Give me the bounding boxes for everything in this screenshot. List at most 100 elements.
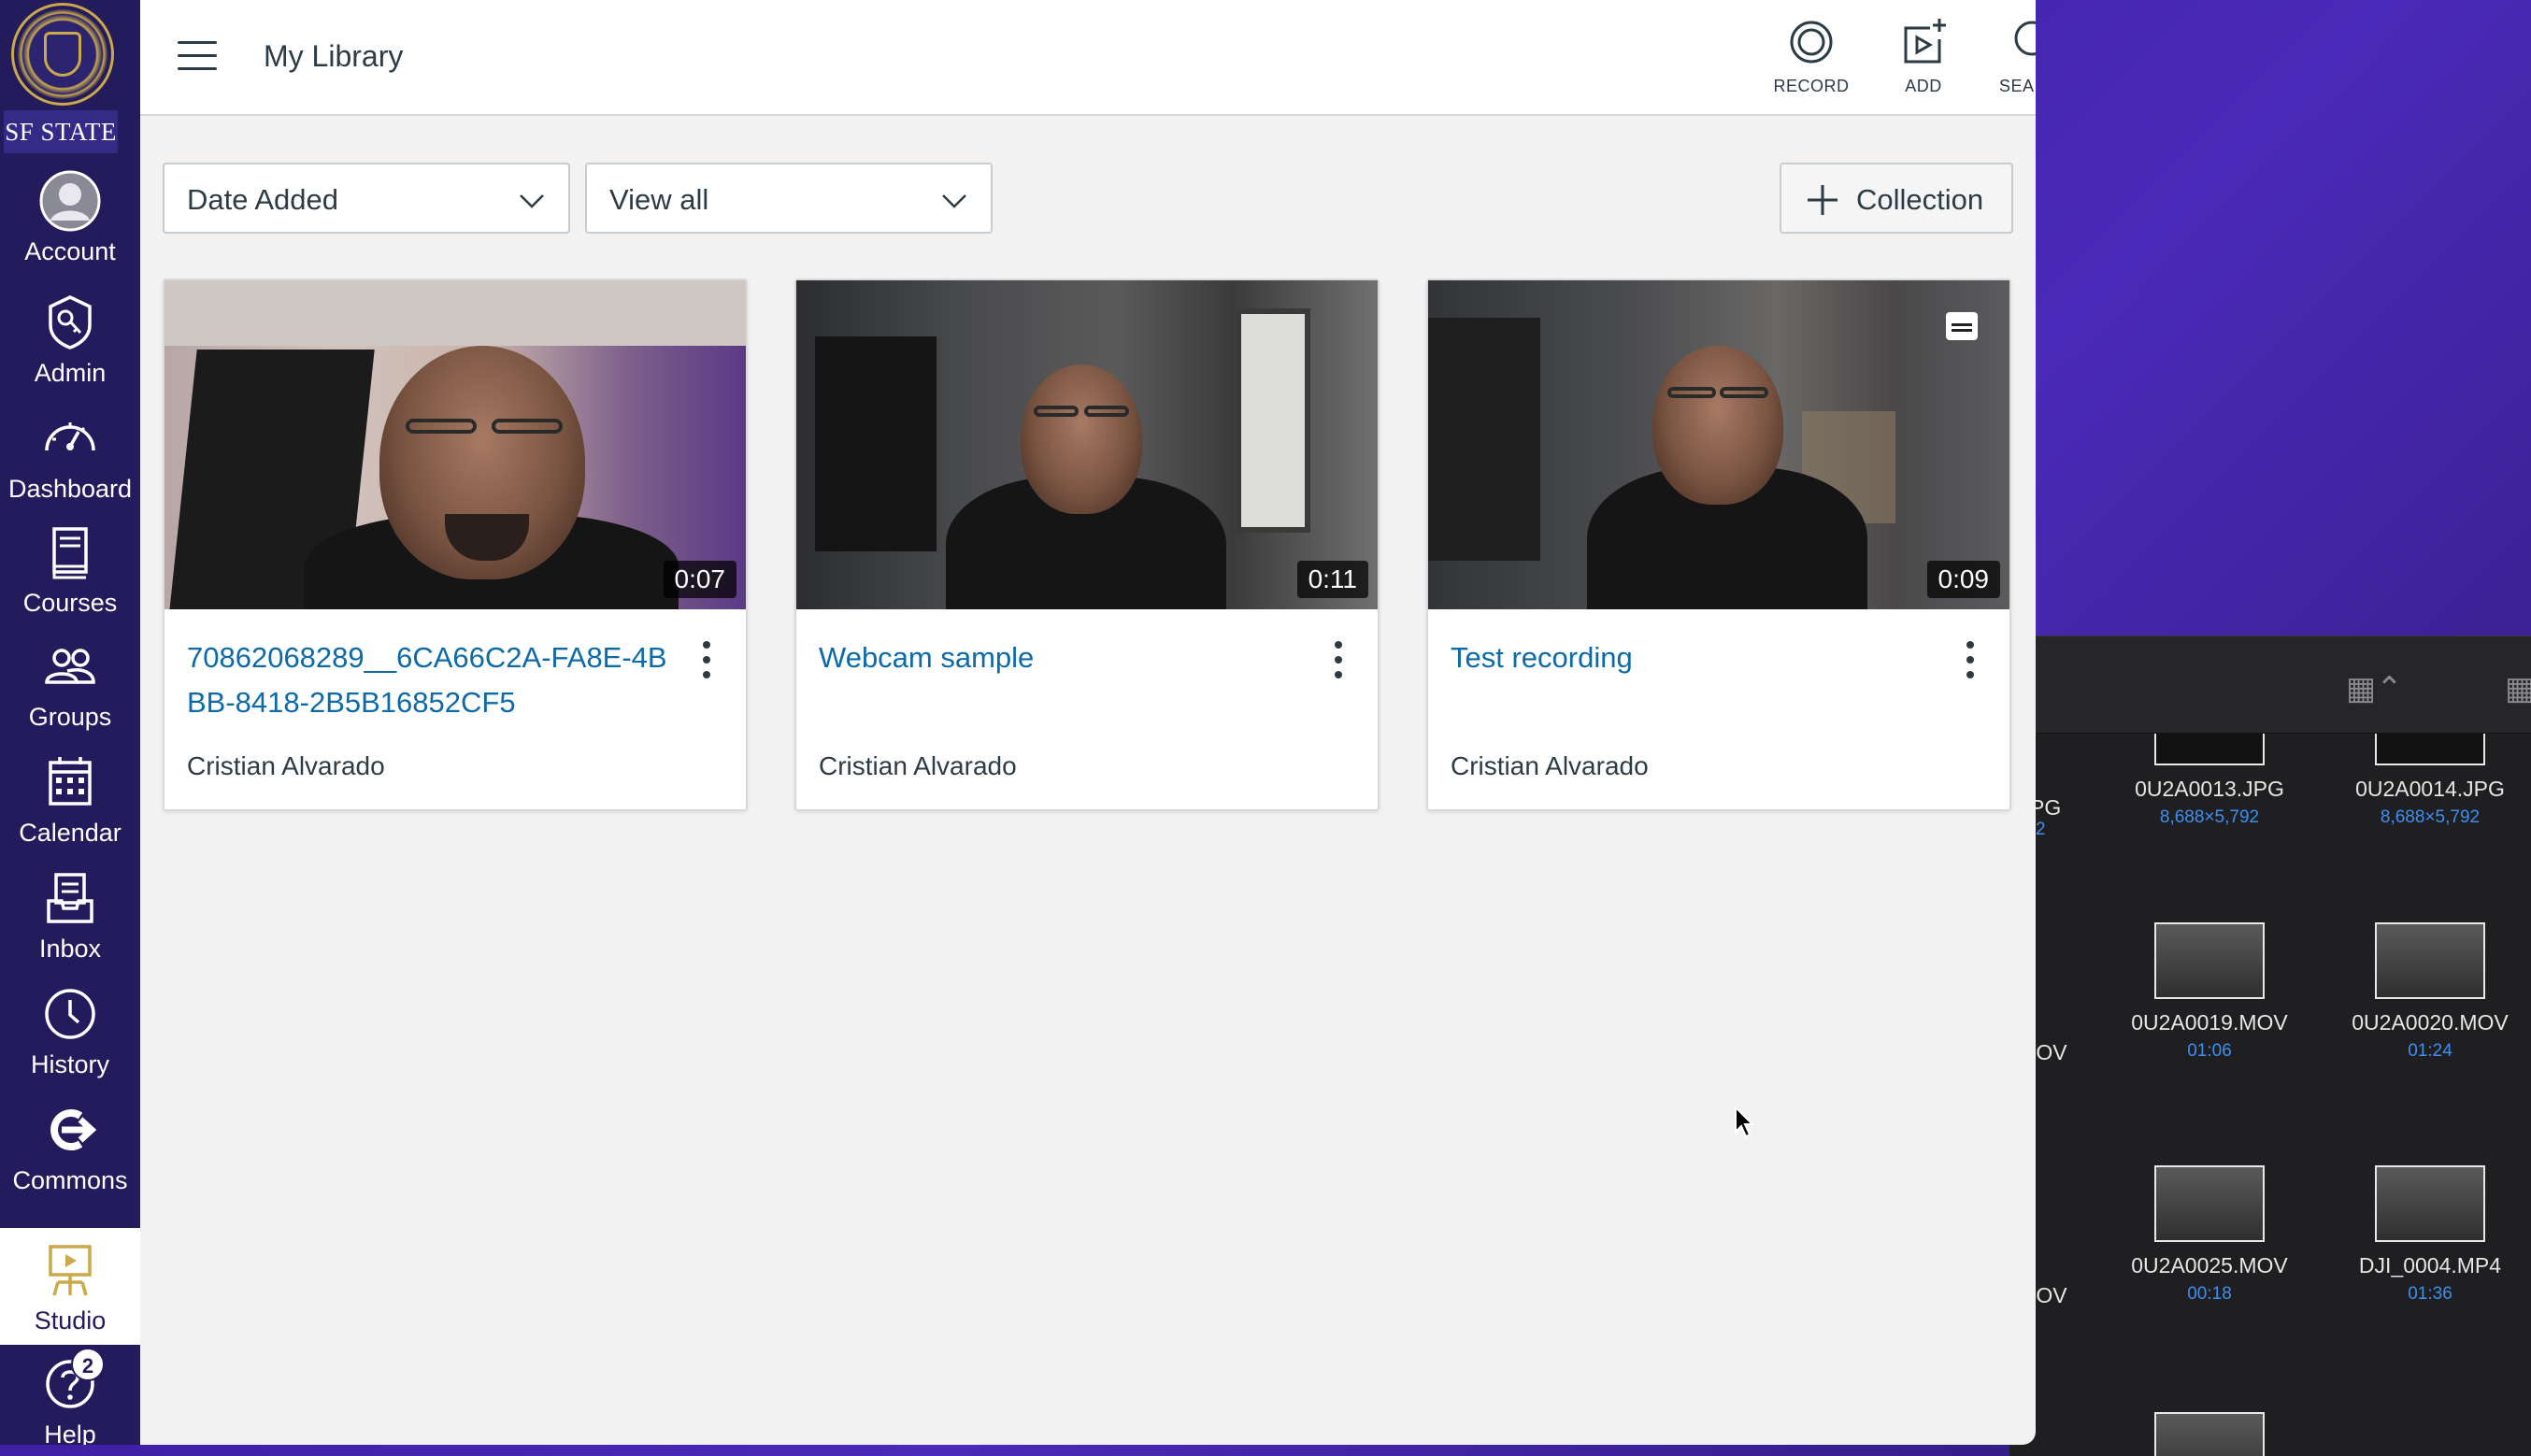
- page-title: My Library: [264, 39, 404, 73]
- nav-item-admin[interactable]: Admin: [0, 280, 140, 397]
- book-icon: [52, 527, 88, 579]
- finder-toolbar: ▦⌃ ▦: [2009, 636, 2531, 734]
- video-thumbnail[interactable]: 0:07: [164, 280, 746, 609]
- more-options-icon[interactable]: [1333, 641, 1344, 680]
- duration-badge: 0:07: [663, 561, 736, 598]
- search-icon: [2014, 21, 2036, 56]
- studio-easel-icon: [49, 1245, 92, 1296]
- nav-label: Studio: [34, 1306, 107, 1335]
- people-icon: [45, 649, 95, 684]
- nav-item-inbox[interactable]: Inbox: [0, 856, 140, 973]
- finder-item[interactable]: 0U2A0019.MOV 01:06: [2107, 922, 2312, 1062]
- calendar-icon: [49, 757, 92, 806]
- record-label: RECORD: [1773, 77, 1850, 95]
- add-collection-button[interactable]: Collection: [1780, 163, 2013, 234]
- nav-label: Inbox: [38, 935, 102, 963]
- file-name: 0U2A0025.MOV: [2131, 1253, 2288, 1278]
- nav-item-courses[interactable]: Courses: [0, 510, 140, 627]
- avatar-icon: [39, 170, 101, 232]
- collection-label: Collection: [1856, 183, 1984, 216]
- media-card[interactable]: 0:11 Webcam sample Cristian Alvarado: [794, 278, 1380, 811]
- chevron-down-icon: [520, 194, 544, 208]
- finder-window: ▦⌃ ▦ PG 2 0U2A0013.JPG 8,688×5,792 0U2A0…: [2009, 635, 2531, 1456]
- media-owner: Cristian Alvarado: [1451, 751, 1649, 780]
- page-header: My Library RECORD ADD SEARCH: [140, 0, 2036, 116]
- record-icon: [1790, 21, 1833, 64]
- more-options-icon[interactable]: [701, 641, 712, 680]
- duration-badge: 0:09: [1926, 561, 2000, 598]
- mouse-cursor-icon: [1735, 1106, 1755, 1138]
- media-title-link[interactable]: Test recording: [1451, 635, 1937, 680]
- nav-item-account[interactable]: Account: [0, 159, 140, 276]
- nav-label: Commons: [12, 1166, 128, 1194]
- speedometer-icon: [45, 422, 95, 451]
- nav-item-studio[interactable]: Studio: [0, 1228, 140, 1345]
- nav-label: Dashboard: [7, 475, 133, 503]
- commons-arrow-icon: [50, 1109, 97, 1150]
- filter-select[interactable]: View all: [585, 163, 993, 234]
- finder-item[interactable]: DJI_0004.MP4 01:36: [2327, 1165, 2531, 1305]
- logo-text: SF STATE: [4, 110, 118, 153]
- closed-captions-icon: [1946, 312, 1978, 340]
- studio-app-window: SF STATE Account Admin Dashboard Courses…: [0, 0, 2036, 1445]
- nav-label: History: [30, 1050, 109, 1078]
- sort-select[interactable]: Date Added: [163, 163, 570, 234]
- file-name: 0U2A0014.JPG: [2355, 777, 2505, 801]
- search-button[interactable]: SEARCH: [1980, 17, 2036, 96]
- file-meta: 8,688×5,792: [2159, 807, 2260, 827]
- finder-item[interactable]: 0U2A0014.JPG 8,688×5,792: [2327, 734, 2531, 828]
- search-label: SEARCH: [1998, 77, 2036, 95]
- finder-item[interactable]: [2107, 1412, 2312, 1456]
- video-thumbnail[interactable]: 0:11: [796, 280, 1378, 609]
- university-seal-icon: [11, 3, 114, 106]
- file-name: 0U2A0019.MOV: [2131, 1010, 2288, 1035]
- media-title-link[interactable]: 70862068289__6CA66C2A-FA8E-4BBB-8418-2B5…: [187, 635, 673, 725]
- add-media-icon: [1904, 19, 1946, 64]
- nav-item-dashboard[interactable]: Dashboard: [0, 396, 140, 513]
- sf-state-logo[interactable]: SF STATE: [0, 0, 140, 157]
- file-thumbnail: [2154, 1165, 2265, 1242]
- sort-value: Date Added: [187, 183, 339, 216]
- clock-icon: [45, 989, 95, 1039]
- file-name: 0U2A0020.MOV: [2352, 1010, 2509, 1035]
- add-label: ADD: [1905, 77, 1942, 95]
- hamburger-menu-icon[interactable]: [178, 41, 217, 71]
- file-name: 0U2A0013.JPG: [2135, 777, 2284, 801]
- grid-view-icon[interactable]: ▦: [2505, 670, 2531, 707]
- finder-item[interactable]: 0U2A0020.MOV 01:24: [2327, 922, 2531, 1062]
- file-thumbnail: [2154, 922, 2265, 999]
- file-meta: 01:06: [2187, 1041, 2232, 1061]
- file-thumbnail: [2154, 1412, 2265, 1456]
- file-thumbnail: [2375, 922, 2485, 999]
- nav-item-history[interactable]: History: [0, 972, 140, 1089]
- nav-label: Groups: [28, 703, 112, 731]
- record-button[interactable]: RECORD: [1755, 17, 1867, 96]
- grid-view-icon[interactable]: ▦⌃: [2346, 670, 2403, 707]
- shield-key-icon: [49, 295, 92, 350]
- inbox-icon: [47, 873, 93, 923]
- plus-icon: [1808, 185, 1837, 215]
- file-meta: 01:36: [2408, 1284, 2452, 1304]
- finder-item[interactable]: 0U2A0025.MOV 00:18: [2107, 1165, 2312, 1305]
- nav-label: Admin: [34, 359, 107, 387]
- media-card[interactable]: 0:07 70862068289__6CA66C2A-FA8E-4BBB-841…: [163, 278, 748, 811]
- nav-item-help[interactable]: 2 Help: [0, 1342, 140, 1445]
- finder-cut-label: 2: [2036, 820, 2046, 839]
- nav-item-groups[interactable]: Groups: [0, 624, 140, 741]
- nav-item-commons[interactable]: Commons: [0, 1088, 140, 1205]
- video-thumbnail[interactable]: 0:09: [1428, 280, 2009, 609]
- file-meta: 8,688×5,792: [2380, 807, 2481, 827]
- more-options-icon[interactable]: [1965, 641, 1976, 680]
- media-card[interactable]: 0:09 Test recording Cristian Alvarado: [1426, 278, 2011, 811]
- nav-label: Help: [44, 1420, 96, 1445]
- finder-item[interactable]: 0U2A0013.JPG 8,688×5,792: [2107, 734, 2312, 828]
- media-title-link[interactable]: Webcam sample: [819, 635, 1305, 680]
- file-thumbnail: [2375, 734, 2485, 765]
- file-name: DJI_0004.MP4: [2358, 1253, 2502, 1278]
- add-button[interactable]: ADD: [1867, 17, 1980, 96]
- nav-label: Calendar: [19, 819, 122, 847]
- media-owner: Cristian Alvarado: [819, 751, 1017, 780]
- duration-badge: 0:11: [1296, 561, 1368, 598]
- filter-value: View all: [609, 183, 709, 216]
- nav-item-calendar[interactable]: Calendar: [0, 740, 140, 857]
